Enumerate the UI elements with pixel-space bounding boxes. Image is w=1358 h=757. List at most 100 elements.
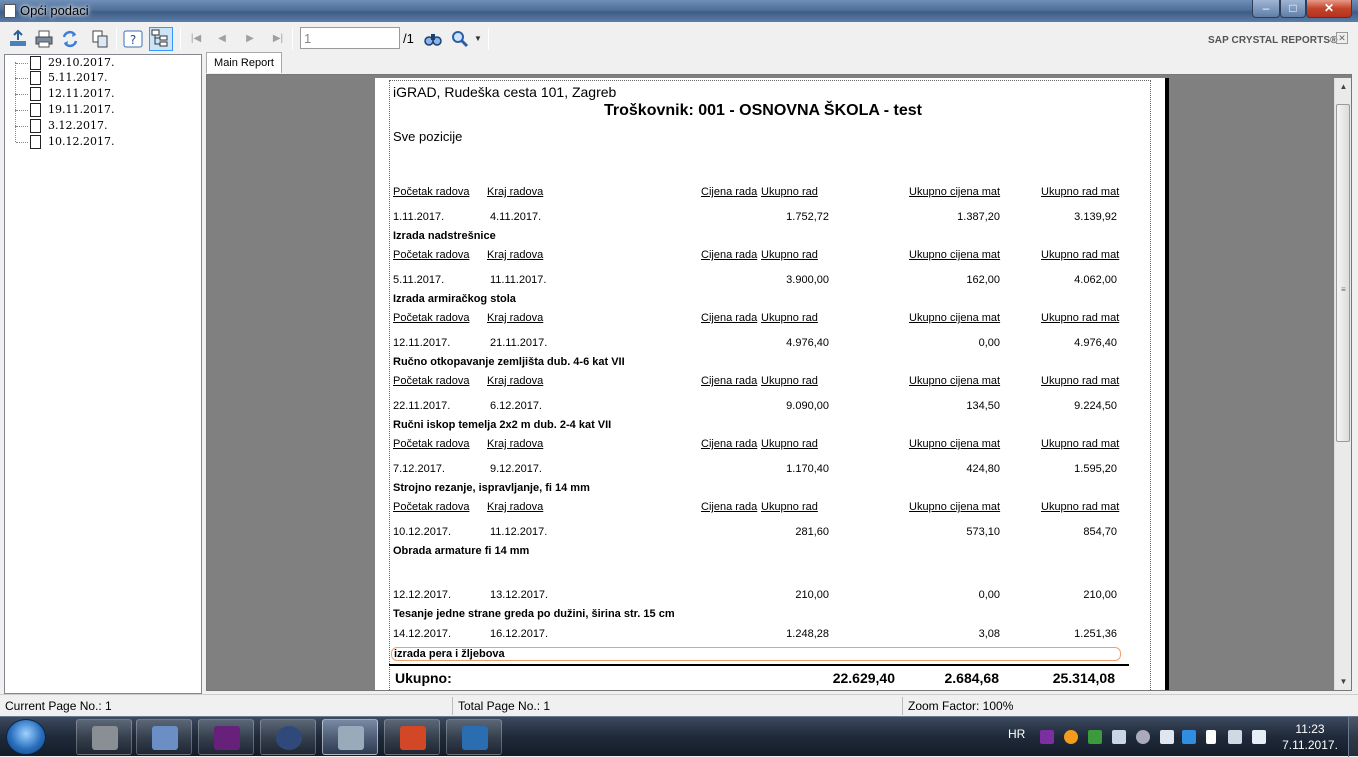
skype-tray-icon[interactable] <box>1182 730 1196 744</box>
column-header-total-work-mat: Ukupno rad mat <box>1041 438 1120 450</box>
power-tray-icon[interactable] <box>1252 730 1266 744</box>
row-total-mat: 0,00 <box>978 337 1000 349</box>
column-header-total-mat: Ukupno cijena mat <box>909 186 1001 198</box>
document-icon <box>30 87 41 101</box>
tray-icon[interactable] <box>1088 730 1102 744</box>
app-icon <box>4 4 16 18</box>
column-header-total-work: Ukupno rad <box>761 501 818 513</box>
column-header-total-work: Ukupno rad <box>761 375 818 387</box>
scroll-up-icon[interactable]: ▲ <box>1335 78 1352 95</box>
column-header-total-mat: Ukupno cijena mat <box>909 312 1001 324</box>
column-header-start: Početak radova <box>393 312 470 324</box>
help-icon[interactable]: ? <box>123 29 143 49</box>
taskbar-app-5[interactable] <box>322 719 378 755</box>
maximize-button[interactable]: □ <box>1280 0 1306 18</box>
taskbar-app-1[interactable] <box>76 719 132 755</box>
previous-page-icon[interactable]: ◀ <box>213 29 231 49</box>
row-end-date: 6.12.2017. <box>490 400 542 412</box>
taskbar-app-4[interactable] <box>260 719 316 755</box>
row-description: izrada pera i žljebova <box>391 647 1121 661</box>
column-header-total-work-mat: Ukupno rad mat <box>1041 501 1120 513</box>
row-description: Izrada nadstrešnice <box>393 230 496 242</box>
row-total-work-mat: 3.139,92 <box>1074 211 1117 223</box>
report-toolbar: ? |◀ ◀ ▶ ▶| /1 ▼ SAP CRYSTAL REPORTS® ✕ <box>0 22 1358 54</box>
show-desktop-button[interactable] <box>1348 717 1358 757</box>
row-total-work: 4.976,40 <box>786 337 829 349</box>
row-start-date: 22.11.2017. <box>393 400 451 412</box>
column-header-total-mat: Ukupno cijena mat <box>909 249 1001 261</box>
tray-icon[interactable] <box>1064 730 1078 744</box>
row-end-date: 4.11.2017. <box>490 211 542 223</box>
row-total-mat: 162,00 <box>966 274 1000 286</box>
group-tree-toggle-icon[interactable] <box>149 27 173 51</box>
report-subtitle: Sve pozicije <box>393 129 463 144</box>
title-bar: Opći podaci – □ ✕ <box>0 0 1358 22</box>
vertical-scrollbar[interactable]: ▲ ≡ ▼ <box>1334 78 1351 690</box>
row-total-work: 210,00 <box>795 589 829 601</box>
zoom-dropdown-chevron-icon[interactable]: ▼ <box>469 29 487 49</box>
refresh-icon[interactable] <box>60 29 80 49</box>
column-header-total-work-mat: Ukupno rad mat <box>1041 249 1120 261</box>
document-icon <box>30 56 41 70</box>
status-divider <box>902 697 903 715</box>
column-header-start: Početak radova <box>393 186 470 198</box>
column-header-end: Kraj radova <box>487 249 544 261</box>
next-page-icon[interactable]: ▶ <box>241 29 259 49</box>
flag-tray-icon[interactable] <box>1206 730 1216 744</box>
find-icon[interactable] <box>423 29 443 49</box>
taskbar-visual-studio[interactable] <box>198 719 254 755</box>
row-total-mat: 1.387,20 <box>957 211 1000 223</box>
row-start-date: 12.11.2017. <box>393 337 451 349</box>
tab-main-report[interactable]: Main Report <box>206 52 282 73</box>
column-header-end: Kraj radova <box>487 375 544 387</box>
first-page-icon[interactable]: |◀ <box>187 29 205 49</box>
row-total-mat: 0,00 <box>978 589 1000 601</box>
close-button[interactable]: ✕ <box>1306 0 1352 18</box>
taskbar-app-7[interactable] <box>446 719 502 755</box>
copy-icon[interactable] <box>90 29 110 49</box>
clock[interactable]: 11:23 7.11.2017. <box>1280 721 1340 753</box>
page-number-input[interactable] <box>300 27 400 49</box>
taskbar-powerpoint[interactable] <box>384 719 440 755</box>
row-start-date: 7.12.2017. <box>393 463 445 475</box>
row-description: Ručno otkopavanje zemljišta dub. 4-6 kat… <box>393 356 625 368</box>
row-description: Strojno rezanje, ispravljanje, fi 14 mm <box>393 482 590 494</box>
volume-tray-icon[interactable] <box>1228 730 1242 744</box>
minimize-button[interactable]: – <box>1252 0 1280 18</box>
totals-total-work: 22.629,40 <box>832 670 895 686</box>
zoom-icon[interactable] <box>450 29 470 49</box>
export-icon[interactable] <box>8 29 28 49</box>
dropbox-tray-icon[interactable] <box>1112 730 1126 744</box>
onenote-tray-icon[interactable] <box>1040 730 1054 744</box>
column-header-price: Cijena rada <box>701 249 758 261</box>
group-tree: 29.10.2017. 5.11.2017. 12.11.2017. 19.11… <box>4 54 202 694</box>
last-page-icon[interactable]: ▶| <box>269 29 287 49</box>
column-header-price: Cijena rada <box>701 501 758 513</box>
print-icon[interactable] <box>34 29 54 49</box>
language-indicator[interactable]: HR <box>1008 727 1025 741</box>
tray-icon[interactable] <box>1136 730 1150 744</box>
document-icon <box>30 135 41 149</box>
column-header-start: Početak radova <box>393 501 470 513</box>
scroll-down-icon[interactable]: ▼ <box>1335 673 1352 690</box>
network-tray-icon[interactable] <box>1160 730 1174 744</box>
toolbar-separator <box>180 28 181 50</box>
row-total-work-mat: 4.976,40 <box>1074 337 1117 349</box>
row-end-date: 9.12.2017. <box>490 463 542 475</box>
close-view-icon[interactable]: ✕ <box>1336 32 1348 44</box>
page-shadow <box>1165 78 1169 690</box>
scroll-thumb[interactable]: ≡ <box>1336 104 1350 442</box>
start-button[interactable] <box>6 719 46 755</box>
report-viewport[interactable]: iGRAD, Rudeška cesta 101, Zagreb Troškovn… <box>206 74 1352 691</box>
row-total-work-mat: 9.224,50 <box>1074 400 1117 412</box>
brand-label: SAP CRYSTAL REPORTS® <box>1208 35 1338 46</box>
column-header-end: Kraj radova <box>487 312 544 324</box>
taskbar-app-2[interactable] <box>136 719 192 755</box>
row-description: Obrada armature fi 14 mm <box>393 545 530 557</box>
totals-total-work-mat: 25.314,08 <box>1052 670 1115 686</box>
row-total-work: 3.900,00 <box>786 274 829 286</box>
row-total-work: 1.170,40 <box>786 463 829 475</box>
row-total-work-mat: 210,00 <box>1083 589 1117 601</box>
row-start-date: 14.12.2017. <box>393 628 452 640</box>
row-total-work: 281,60 <box>795 526 829 538</box>
